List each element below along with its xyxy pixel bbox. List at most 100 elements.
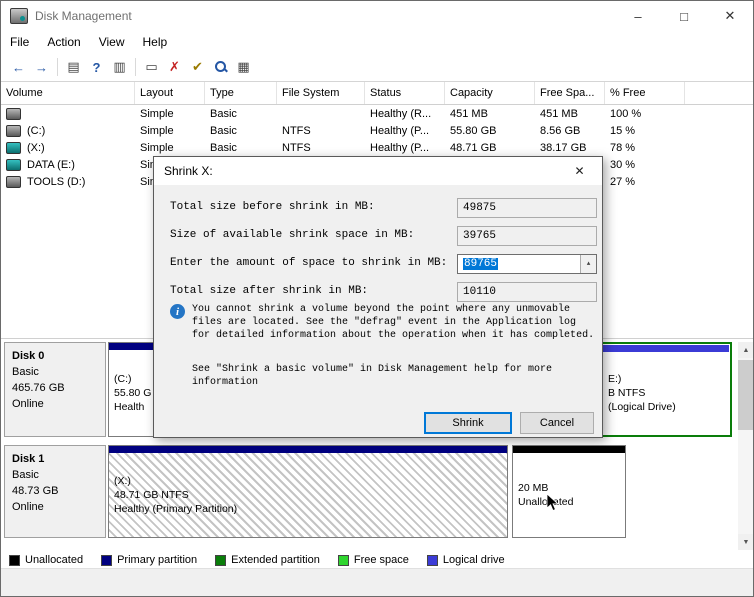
column-header-filesystem[interactable]: File System xyxy=(277,82,365,104)
logical-drive-band xyxy=(603,345,729,352)
close-button[interactable]: ✕ xyxy=(707,1,753,31)
cell-status: Healthy (P... xyxy=(370,124,430,137)
column-header-capacity[interactable]: Capacity xyxy=(445,82,535,104)
scroll-down-icon[interactable]: ▼ xyxy=(738,534,753,550)
disk0-info-panel[interactable]: Disk 0 Basic 465.76 GB Online xyxy=(4,342,106,437)
legend-swatch xyxy=(426,554,438,566)
cell-layout: Simple xyxy=(140,107,174,120)
cell-pctfree: 100 % xyxy=(610,107,642,120)
export-list-icon[interactable]: ▥ xyxy=(108,56,131,78)
legend-swatch xyxy=(215,554,227,566)
back-icon[interactable]: ← xyxy=(7,56,30,78)
action-pane-icon[interactable]: ▭ xyxy=(140,56,163,78)
scrollbar-thumb[interactable] xyxy=(738,360,753,430)
cell-pctfree: 15 % xyxy=(610,124,636,137)
column-header-pctfree[interactable]: % Free xyxy=(605,82,685,104)
menu-help[interactable]: Help xyxy=(134,33,177,51)
unallocated-space[interactable]: 20 MB Unallocated xyxy=(512,445,626,538)
volume-name: (X:) xyxy=(27,141,45,154)
properties-icon[interactable]: ▦ xyxy=(232,56,255,78)
table-row-x[interactable]: (X:) Simple Basic NTFS Healthy (P... 48.… xyxy=(1,139,753,156)
partition-line1: E:) xyxy=(608,373,622,385)
partition-x-selected[interactable]: (X:) 48.71 GB NTFS Healthy (Primary Part… xyxy=(108,445,508,538)
menu-file[interactable]: File xyxy=(1,33,38,51)
column-header-freespace[interactable]: Free Spa... xyxy=(535,82,605,104)
window-controls: – □ ✕ xyxy=(615,1,753,31)
ok-icon[interactable]: ✔ xyxy=(186,56,209,78)
field-label-total-before: Total size before shrink in MB: xyxy=(170,201,375,213)
menu-view[interactable]: View xyxy=(90,33,134,51)
volume-icon xyxy=(6,175,21,188)
legend-label: Primary partition xyxy=(117,554,198,566)
help-text: See "Shrink a basic volume" in Disk Mana… xyxy=(192,364,553,388)
table-row-c[interactable]: (C:) Simple Basic NTFS Healthy (P... 55.… xyxy=(1,122,753,139)
total-after-field[interactable]: 10110 xyxy=(457,282,597,302)
column-header-type[interactable]: Type xyxy=(205,82,277,104)
field-label-available: Size of available shrink space in MB: xyxy=(170,229,415,241)
legend-logical-drive: Logical drive xyxy=(426,554,505,566)
app-icon xyxy=(10,8,28,24)
cell-type: Basic xyxy=(210,124,237,137)
disk-kind: Basic xyxy=(12,366,39,378)
cell-pctfree: 27 % xyxy=(610,175,636,188)
partition-label: 20 MB Unallocated xyxy=(513,453,625,537)
legend-label: Unallocated xyxy=(25,554,84,566)
shrink-button[interactable]: Shrink xyxy=(424,412,512,434)
maximize-button[interactable]: □ xyxy=(661,1,707,31)
partition-line2: B NTFS xyxy=(608,387,646,399)
cell-capacity: 48.71 GB xyxy=(450,141,497,154)
menu-action[interactable]: Action xyxy=(38,33,89,51)
logical-drive-inner: E:) B NTFS (Logical Drive) xyxy=(603,345,729,434)
forward-icon[interactable]: → xyxy=(30,56,53,78)
cell-filesystem xyxy=(277,105,365,122)
legend-label: Logical drive xyxy=(442,554,505,566)
scroll-up-icon[interactable]: ▲ xyxy=(738,342,753,358)
partition-e-logical[interactable]: E:) B NTFS (Logical Drive) xyxy=(600,342,732,437)
column-header-layout[interactable]: Layout xyxy=(135,82,205,104)
cell-freespace: 38.17 GB xyxy=(540,141,587,154)
delete-volume-icon[interactable]: ✗ xyxy=(163,56,186,78)
selected-text: 89765 xyxy=(463,258,499,270)
dialog-body: Total size before shrink in MB: 49875 Si… xyxy=(154,185,602,437)
partition-label: (X:) 48.71 GB NTFS Healthy (Primary Part… xyxy=(109,453,507,537)
disk1-info-panel[interactable]: Disk 1 Basic 48.73 GB Online xyxy=(4,445,106,538)
volume-icon xyxy=(6,141,21,154)
disk-size: 465.76 GB xyxy=(12,382,65,394)
disk-status: Online xyxy=(12,501,44,513)
legend-label: Extended partition xyxy=(231,554,320,566)
column-header-volume[interactable]: Volume xyxy=(1,82,135,104)
partition-line1: (X:) xyxy=(114,475,131,487)
cell-status: Healthy (R... xyxy=(370,107,432,120)
spin-up-icon[interactable]: ▲ xyxy=(581,255,596,273)
legend-primary-partition: Primary partition xyxy=(101,554,197,566)
magnifier-icon xyxy=(214,60,228,74)
cell-layout: Simple xyxy=(140,141,174,154)
cell-status: Healthy (P... xyxy=(370,141,430,154)
available-shrink-field[interactable]: 39765 xyxy=(457,226,597,246)
show-console-tree-icon[interactable]: ▤ xyxy=(62,56,85,78)
table-row-recovery[interactable]: Simple Basic Healthy (R... 451 MB 451 MB… xyxy=(1,105,753,122)
partition-label: E:) B NTFS (Logical Drive) xyxy=(603,352,729,434)
partition-line3: Healthy (Primary Partition) xyxy=(114,503,238,515)
dialog-close-button[interactable]: ✕ xyxy=(557,157,602,185)
legend-swatch xyxy=(337,554,349,566)
volume-icon xyxy=(6,107,21,120)
minimize-button[interactable]: – xyxy=(615,1,661,31)
total-before-field[interactable]: 49875 xyxy=(457,198,597,218)
cell-layout: Simple xyxy=(140,124,174,137)
column-header-status[interactable]: Status xyxy=(365,82,445,104)
help-icon[interactable]: ? xyxy=(85,56,108,78)
cell-type: Basic xyxy=(210,141,237,154)
disk-management-window: Disk Management – □ ✕ File Action View H… xyxy=(0,0,754,597)
disk-status: Online xyxy=(12,398,44,410)
toolbar: ← → ▤ ? ▥ ▭ ✗ ✔ ▦ xyxy=(1,53,753,82)
info-icon: i xyxy=(170,304,185,319)
cell-type: Basic xyxy=(210,107,237,120)
volume-name: DATA (E:) xyxy=(27,158,75,171)
find-icon[interactable] xyxy=(209,56,232,78)
cell-filesystem: NTFS xyxy=(282,124,311,137)
cancel-button[interactable]: Cancel xyxy=(520,412,594,434)
legend-swatch xyxy=(101,554,113,566)
vertical-scrollbar[interactable]: ▲ ▼ xyxy=(738,342,753,550)
shrink-amount-input[interactable]: 89765 ▲ ▼ xyxy=(457,254,597,274)
